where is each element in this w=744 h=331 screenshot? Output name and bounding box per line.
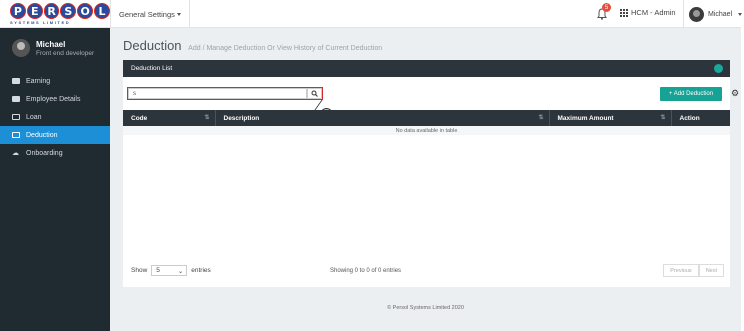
general-settings-dropdown[interactable]: General Settings xyxy=(110,0,190,28)
avatar xyxy=(12,39,30,57)
sidebar-item-employee-details[interactable]: Employee Details xyxy=(0,90,110,108)
gear-icon[interactable]: ⚙ xyxy=(731,88,739,99)
role-switcher[interactable]: HCM - Admin xyxy=(620,8,676,17)
sidebar-item-label: Deduction xyxy=(26,131,58,139)
logo-tagline: SYSTEMS LIMITED xyxy=(10,20,71,25)
caret-down-icon xyxy=(176,12,181,16)
user-menu[interactable]: Michael xyxy=(683,0,743,28)
next-page-button[interactable]: Next xyxy=(698,264,724,277)
entries-summary: Showing 0 to 0 of 0 entries xyxy=(330,268,402,274)
empty-table-message: No data available in table xyxy=(123,126,730,135)
logo-letter: L xyxy=(94,3,110,19)
persol-logo[interactable]: PERSOL SYSTEMS LIMITED xyxy=(10,3,110,25)
cloud-upload-icon: ☁ xyxy=(12,150,19,157)
page-title-text: Deduction xyxy=(123,38,182,53)
column-header-label: Action xyxy=(679,114,700,122)
sidebar-item-earning[interactable]: Earning xyxy=(0,72,110,90)
deduction-table: Code ⇅ Description ⇅ Maximum Amount ⇅ Actio… xyxy=(123,110,730,135)
notification-badge: 5 xyxy=(602,3,611,12)
column-header-action: Action xyxy=(671,110,730,126)
logo-letter: E xyxy=(26,3,43,19)
sidebar-profile: Michael Front end developer xyxy=(0,28,110,68)
sort-icon: ⇅ xyxy=(660,115,666,121)
search-input[interactable] xyxy=(128,88,307,99)
logo-letter: O xyxy=(77,3,94,19)
search-box xyxy=(127,87,323,100)
sidebar-item-label: Loan xyxy=(26,113,42,121)
entries-label: entries xyxy=(191,267,211,274)
sidebar-item-label: Employee Details xyxy=(26,95,81,103)
column-header-maximum-amount[interactable]: Maximum Amount ⇅ xyxy=(549,110,672,126)
panel-collapse-icon[interactable] xyxy=(714,64,723,73)
page-subtitle: Add / Manage Deduction Or View History o… xyxy=(188,45,383,52)
add-deduction-button[interactable]: + Add Deduction xyxy=(660,87,722,101)
column-header-label: Description xyxy=(223,114,260,122)
sidebar-item-label: Earning xyxy=(26,77,51,85)
money-icon xyxy=(11,78,20,85)
logo-letter: P xyxy=(10,3,26,19)
sidebar-item-label: Onboarding xyxy=(26,149,63,157)
logo-letters: PERSOL xyxy=(10,3,110,19)
search-icon xyxy=(311,90,318,97)
sort-icon: ⇅ xyxy=(538,115,544,121)
main-content: Deduction Add / Manage Deduction Or View… xyxy=(110,28,741,331)
sidebar-nav: Earning Employee Details Loan Deduction … xyxy=(0,72,110,162)
logo-letter: R xyxy=(43,3,60,19)
show-label: Show xyxy=(131,267,148,274)
grid-icon xyxy=(620,8,628,17)
avatar xyxy=(689,6,704,22)
column-header-label: Maximum Amount xyxy=(557,114,614,122)
copyright-footer: © Persol Systems Limited 2020 xyxy=(387,305,464,311)
profile-name: Michael xyxy=(36,39,66,49)
sidebar-item-onboarding[interactable]: ☁ Onboarding xyxy=(0,144,110,162)
page-size-select[interactable]: 5 ⌄ xyxy=(151,265,188,276)
table-row: No data available in table xyxy=(123,126,730,135)
table-footer: Show 5 ⌄ entries Showing 0 to 0 of 0 ent… xyxy=(123,262,730,280)
id-card-icon xyxy=(11,96,20,103)
chevron-down-icon: ⌄ xyxy=(177,267,184,275)
column-header-code[interactable]: Code ⇅ xyxy=(123,110,216,126)
column-header-label: Code xyxy=(131,114,148,122)
profile-role: Front end developer xyxy=(36,49,95,57)
panel-heading: Deduction List xyxy=(123,60,730,77)
column-header-description[interactable]: Description ⇅ xyxy=(215,110,550,126)
pagination: Previous Next xyxy=(663,264,724,277)
page-title: Deduction Add / Manage Deduction Or View… xyxy=(123,38,382,53)
logo-letter: S xyxy=(60,3,77,19)
search-button[interactable] xyxy=(307,88,322,99)
page-size-control: Show 5 ⌄ entries xyxy=(131,265,211,276)
role-label: HCM - Admin xyxy=(631,8,676,17)
sidebar-item-loan[interactable]: Loan xyxy=(0,108,110,126)
previous-page-button[interactable]: Previous xyxy=(663,264,699,277)
sidebar-item-deduction[interactable]: Deduction xyxy=(0,126,110,144)
general-settings-label: General Settings xyxy=(119,9,175,19)
page-size-value: 5 xyxy=(156,267,160,274)
caret-down-icon xyxy=(738,12,743,16)
deduction-list-panel: Deduction List 1 + Add Deduction ⚙ Code⇅… xyxy=(123,60,739,287)
sort-icon: ⇅ xyxy=(204,115,210,121)
list-icon xyxy=(11,132,20,139)
sidebar: Michael Front end developer Earning Empl… xyxy=(0,28,110,331)
panel-heading-text: Deduction List xyxy=(131,65,173,72)
money-icon xyxy=(11,114,20,121)
top-navbar: PERSOL SYSTEMS LIMITED General Settings … xyxy=(0,0,743,28)
user-menu-label: Michael xyxy=(708,10,733,18)
